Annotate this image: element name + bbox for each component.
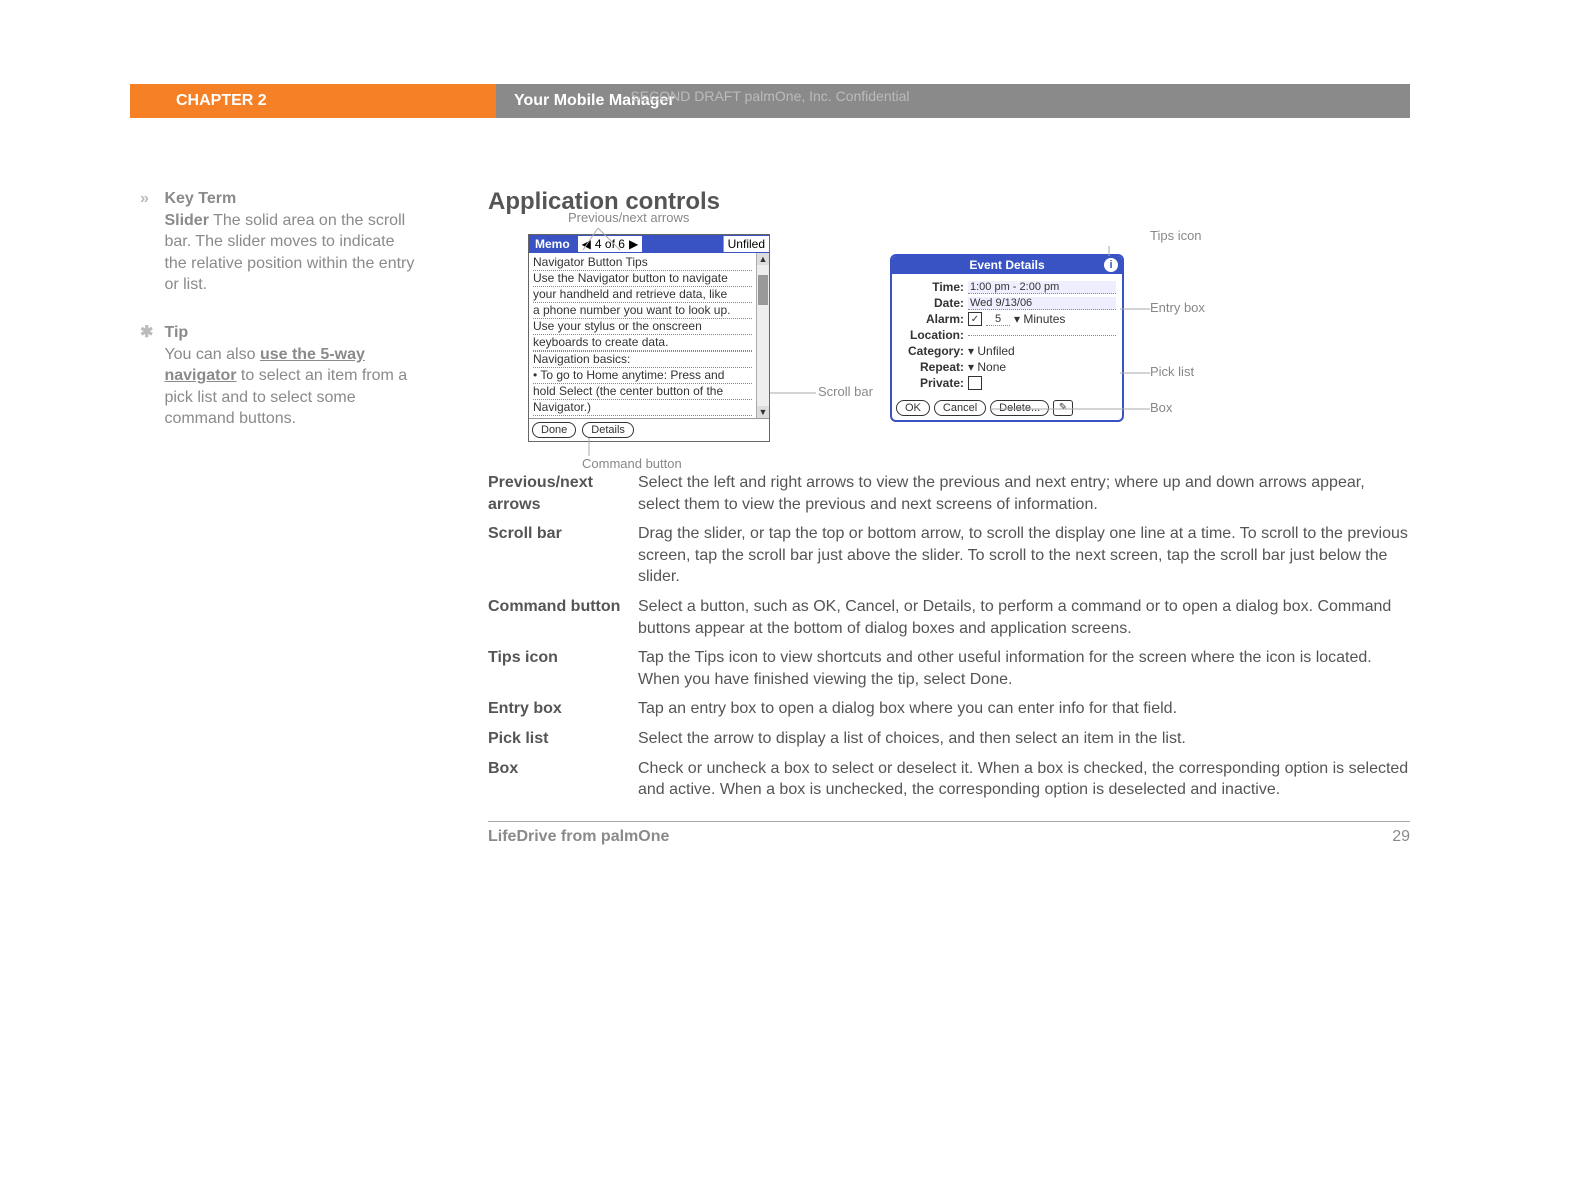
definition-term: Box: [488, 758, 638, 801]
memo-line: keyboards to create data.: [533, 335, 752, 351]
definition-desc: Check or uncheck a box to select or dese…: [638, 758, 1410, 801]
definition-row: Scroll bar Drag the slider, or tap the t…: [488, 523, 1410, 588]
definition-row: Box Check or uncheck a box to select or …: [488, 758, 1410, 801]
memo-line: your handheld and retrieve data, like: [533, 287, 752, 303]
confidential-header: SECOND DRAFT palmOne, Inc. Confidential: [630, 88, 909, 104]
callout-box: Box: [1150, 400, 1172, 415]
alarm-label: Alarm:: [898, 312, 964, 326]
callout-prevnext: Previous/next arrows: [568, 210, 689, 225]
repeat-pick[interactable]: None: [968, 360, 1006, 374]
memo-figure: Previous/next arrows Memo ◀ 4 of 6 ▶ Unf…: [528, 234, 770, 442]
memo-line: hold Select (the center button of the: [533, 384, 752, 400]
alarm-unit-pick[interactable]: Minutes: [1014, 312, 1065, 326]
time-label: Time:: [898, 280, 964, 294]
definition-desc: Tap an entry box to open a dialog box wh…: [638, 698, 1410, 720]
alarm-value[interactable]: 5: [986, 313, 1010, 326]
sidebar-keyterm: » Key Term Slider The solid area on the …: [140, 188, 458, 296]
event-title: Event Details: [969, 258, 1044, 272]
keyterm-icon: »: [140, 188, 160, 210]
memo-line: Use your stylus or the onscreen: [533, 319, 752, 335]
memo-line: a phone number you want to look up.: [533, 303, 752, 319]
footer-product: LifeDrive from palmOne: [488, 828, 669, 846]
keyterm-heading: Key Term: [164, 190, 236, 207]
private-checkbox[interactable]: [968, 376, 982, 390]
scroll-down-arrow-icon[interactable]: ▼: [757, 406, 769, 418]
definition-term: Command button: [488, 596, 638, 639]
definition-row: Command button Select a button, such as …: [488, 596, 1410, 639]
memo-line: • To go to Home anytime: Press and: [533, 368, 752, 384]
event-titlebar: Event Details i: [892, 256, 1122, 274]
category-label: Category:: [898, 344, 964, 358]
chapter-label: CHAPTER 2: [130, 84, 496, 118]
category-pick[interactable]: Unfiled: [968, 344, 1015, 358]
memo-line: Use the Navigator button to navigate: [533, 271, 752, 287]
definition-row: Tips icon Tap the Tips icon to view shor…: [488, 647, 1410, 690]
memo-line: Navigation basics:: [533, 352, 752, 368]
definition-row: Entry box Tap an entry box to open a dia…: [488, 698, 1410, 720]
definition-row: Pick list Select the arrow to display a …: [488, 728, 1410, 750]
alarm-checkbox[interactable]: ✓: [968, 312, 982, 326]
scroll-track[interactable]: [757, 265, 769, 406]
memo-title: Memo: [529, 236, 576, 252]
callout-tipsicon: Tips icon: [1150, 228, 1202, 243]
location-label: Location:: [898, 328, 964, 342]
memo-done-button[interactable]: Done: [532, 422, 576, 438]
memo-scrollbar[interactable]: ▲ ▼: [756, 253, 769, 418]
tip-before: You can also: [164, 346, 259, 363]
sidebar-tip: ✱ Tip You can also use the 5-way navigat…: [140, 322, 458, 430]
definition-term: Entry box: [488, 698, 638, 720]
memo-text-area[interactable]: Navigator Button Tips Use the Navigator …: [529, 253, 756, 418]
definition-desc: Select the left and right arrows to view…: [638, 472, 1410, 515]
definition-desc: Select a button, such as OK, Cancel, or …: [638, 596, 1410, 639]
private-label: Private:: [898, 376, 964, 390]
definition-term: Scroll bar: [488, 523, 638, 588]
definition-term: Pick list: [488, 728, 638, 750]
tips-icon[interactable]: i: [1104, 258, 1118, 272]
memo-details-button[interactable]: Details: [582, 422, 634, 438]
time-entry[interactable]: 1:00 pm - 2:00 pm: [968, 281, 1116, 294]
definition-desc: Drag the slider, or tap the top or botto…: [638, 523, 1410, 588]
definition-desc: Select the arrow to display a list of ch…: [638, 728, 1410, 750]
tip-heading: Tip: [164, 324, 188, 341]
scroll-thumb[interactable]: [758, 275, 768, 305]
memo-line: Navigator.): [533, 400, 752, 416]
event-figure: Tips icon Event Details i Time: 1:00 pm …: [890, 254, 1124, 442]
definition-term: Tips icon: [488, 647, 638, 690]
date-entry[interactable]: Wed 9/13/06: [968, 297, 1116, 310]
location-entry[interactable]: [968, 335, 1116, 336]
tip-icon: ✱: [140, 322, 160, 344]
repeat-label: Repeat:: [898, 360, 964, 374]
event-cancel-button[interactable]: Cancel: [934, 400, 986, 416]
definition-term: Previous/next arrows: [488, 472, 638, 515]
event-ok-button[interactable]: OK: [896, 400, 930, 416]
page-number: 29: [1392, 828, 1410, 846]
definitions-list: Previous/next arrows Select the left and…: [488, 472, 1410, 801]
definition-desc: Tap the Tips icon to view shortcuts and …: [638, 647, 1410, 690]
keyterm-term: Slider: [164, 212, 208, 229]
definition-row: Previous/next arrows Select the left and…: [488, 472, 1410, 515]
callout-commandbtn: Command button: [582, 456, 682, 471]
date-label: Date:: [898, 296, 964, 310]
